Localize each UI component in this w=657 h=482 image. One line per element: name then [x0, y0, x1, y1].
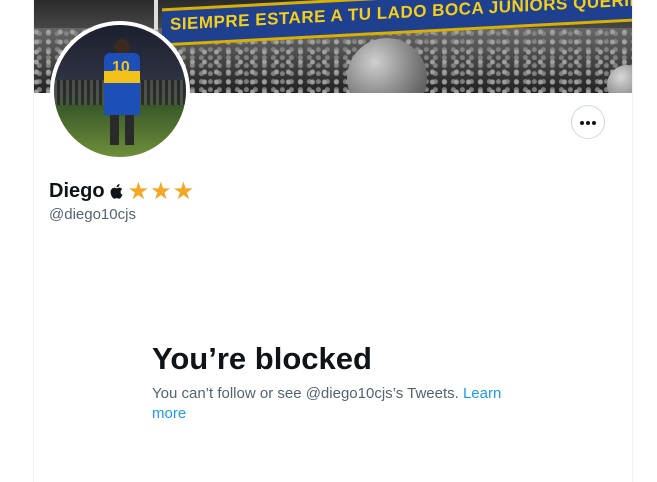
star-icon: ★ [172, 177, 195, 205]
avatar-shirt-number: 10 [112, 59, 130, 76]
star-emojis: ★ ★ ★ [128, 179, 195, 203]
star-icon: ★ [127, 177, 150, 205]
apple-icon [110, 183, 123, 199]
profile-handle: @diego10cjs [49, 206, 136, 223]
more-options-button[interactable] [571, 105, 605, 139]
profile-name-row: Diego ★ ★ ★ [49, 178, 194, 204]
star-icon: ★ [150, 177, 172, 205]
blocked-message: You can’t follow or see @diego10cjs’s Tw… [152, 384, 512, 424]
more-dots-icon [579, 113, 597, 131]
avatar-player-legs [110, 115, 134, 145]
avatar[interactable]: 10 [50, 21, 190, 161]
blocked-title: You’re blocked [152, 341, 372, 376]
profile-name: Diego [49, 179, 105, 202]
banner-post [154, 0, 158, 30]
blocked-message-text: You can’t follow or see @diego10cjs’s Tw… [152, 385, 463, 402]
